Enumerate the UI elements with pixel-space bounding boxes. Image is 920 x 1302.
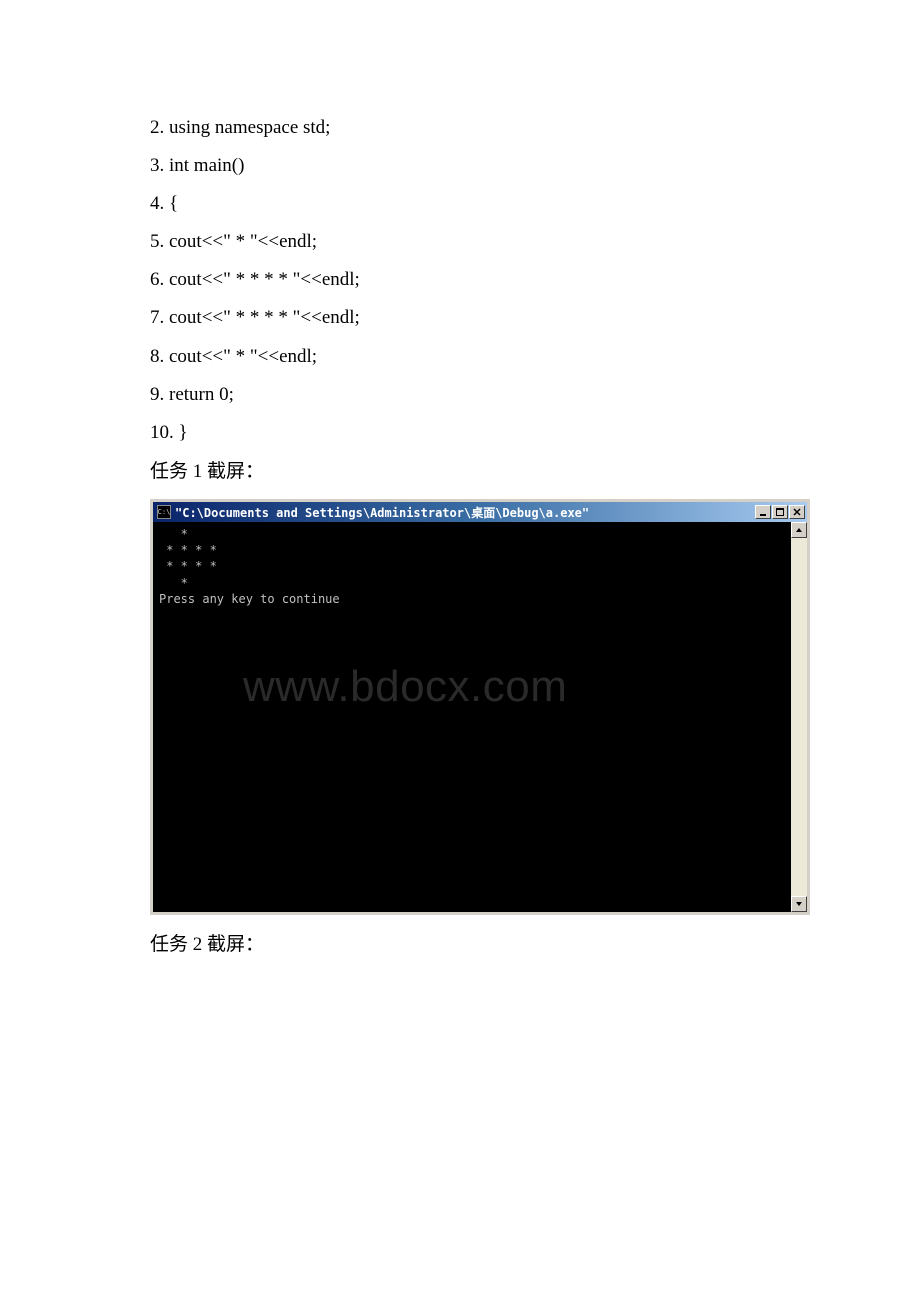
output-line-4: *: [159, 576, 188, 590]
close-button[interactable]: [789, 505, 805, 519]
task1-label: 任务 1 截屏：: [150, 455, 770, 489]
scroll-down-button[interactable]: [791, 896, 807, 912]
scroll-up-button[interactable]: [791, 522, 807, 538]
output-line-3: * * * *: [159, 559, 217, 573]
titlebar-buttons: [755, 505, 805, 519]
window-title: "C:\Documents and Settings\Administrator…: [175, 504, 589, 521]
vertical-scrollbar[interactable]: [791, 522, 807, 912]
code-line-7: 7. cout<<" * * * * "<<endl;: [150, 300, 770, 336]
maximize-icon: [776, 508, 784, 516]
output-line-1: *: [159, 527, 188, 541]
titlebar-left: C:\ "C:\Documents and Settings\Administr…: [155, 504, 589, 521]
minimize-button[interactable]: [755, 505, 771, 519]
app-icon: C:\: [157, 505, 171, 519]
code-line-9: 9. return 0;: [150, 377, 770, 413]
code-line-6: 6. cout<<" * * * * "<<endl;: [150, 262, 770, 298]
minimize-icon: [759, 508, 767, 516]
watermark-text: www.bdocx.com: [243, 657, 567, 716]
maximize-button[interactable]: [772, 505, 788, 519]
code-line-8: 8. cout<<" * "<<endl;: [150, 339, 770, 375]
arrow-down-icon: [795, 900, 803, 908]
arrow-up-icon: [795, 526, 803, 534]
scrollbar-track[interactable]: [791, 538, 807, 896]
code-line-2: 2. using namespace std;: [150, 110, 770, 146]
console-body: * * * * * * * * * * Press any key to con…: [153, 522, 807, 912]
task2-label: 任务 2 截屏：: [150, 929, 770, 956]
code-line-10: 10. }: [150, 415, 770, 451]
titlebar[interactable]: C:\ "C:\Documents and Settings\Administr…: [153, 502, 807, 522]
output-prompt: Press any key to continue: [159, 592, 340, 606]
close-icon: [793, 508, 801, 516]
code-line-5: 5. cout<<" * "<<endl;: [150, 224, 770, 260]
console-window: C:\ "C:\Documents and Settings\Administr…: [150, 499, 810, 915]
output-line-2: * * * *: [159, 543, 217, 557]
code-line-3: 3. int main(): [150, 148, 770, 184]
console-output: * * * * * * * * * * Press any key to con…: [153, 522, 791, 912]
code-line-4: 4. {: [150, 186, 770, 222]
